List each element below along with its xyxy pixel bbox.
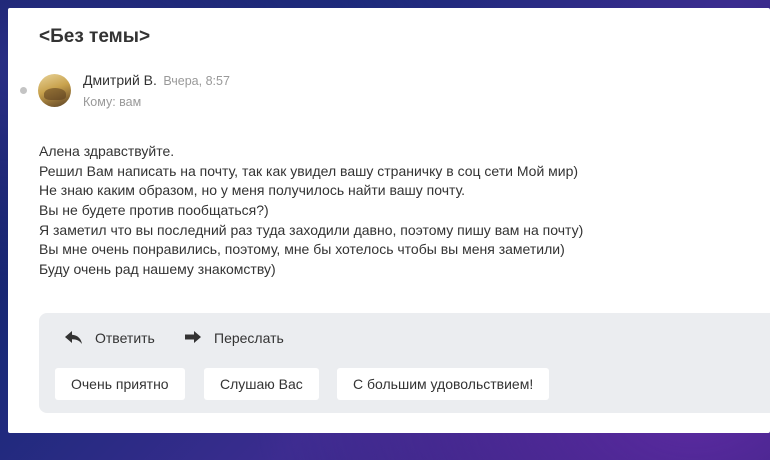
reply-button[interactable]: Ответить: [65, 330, 155, 346]
quick-reply-button[interactable]: Слушаю Вас: [204, 368, 319, 400]
body-line: Алена здравствуйте.: [39, 143, 175, 159]
sender-avatar[interactable]: [38, 74, 71, 107]
body-line: Не знаю каким образом, но у меня получил…: [39, 182, 466, 199]
sender-name[interactable]: Дмитрий В.: [83, 72, 157, 88]
unread-status-dot[interactable]: [20, 87, 27, 94]
forward-button[interactable]: Переслать: [184, 330, 284, 346]
forward-label: Переслать: [214, 330, 284, 346]
reply-actions-panel: Ответить Переслать Очень приятно Слушаю …: [39, 313, 770, 413]
reply-arrow-icon: [65, 331, 83, 345]
forward-arrow-icon: [184, 331, 202, 345]
body-line: Решил Вам написать на почту, так как уви…: [39, 162, 579, 179]
body-line: Я заметил что вы последний раз туда захо…: [39, 221, 584, 238]
sender-line: Дмитрий В. Вчера, 8:57: [83, 72, 230, 90]
quick-reply-button[interactable]: С большим удовольствием!: [337, 368, 550, 400]
message-card: <Без темы> Дмитрий В. Вчера, 8:57 Кому: …: [8, 8, 770, 433]
quick-reply-button[interactable]: Очень приятно: [55, 368, 185, 400]
recipient-line: Кому: вам: [83, 95, 142, 109]
reply-label: Ответить: [95, 330, 155, 346]
body-line: Вы мне очень понравились, поэтому, мне б…: [39, 241, 565, 258]
message-body: Алена здравствуйте. Решил Вам написать н…: [39, 142, 583, 280]
message-subject: <Без темы>: [39, 26, 151, 47]
body-line: Вы не будете против пообщаться?): [39, 202, 269, 219]
sent-time: Вчера, 8:57: [163, 74, 230, 88]
body-line: Буду очень рад нашему знакомству): [39, 261, 276, 278]
